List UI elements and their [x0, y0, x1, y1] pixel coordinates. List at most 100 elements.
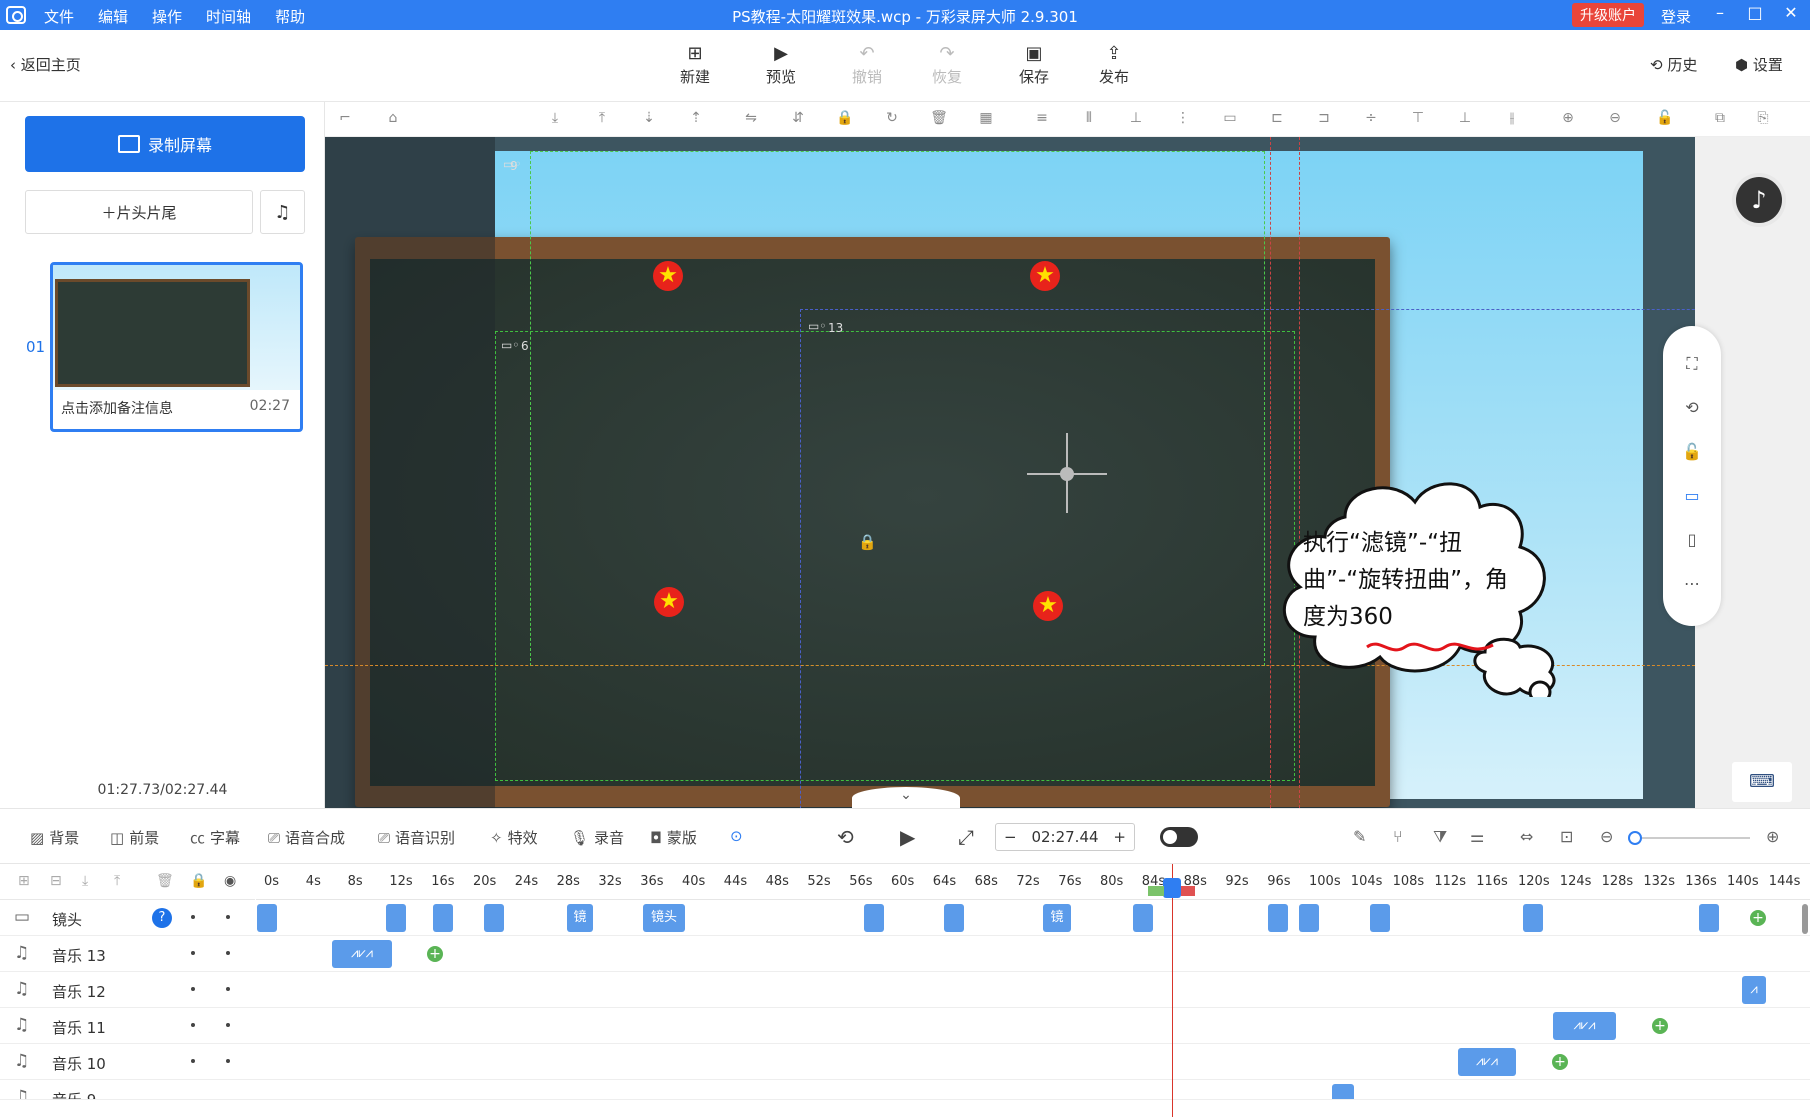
camera-clip[interactable]: 镜: [1043, 904, 1071, 932]
center-icon[interactable]: ⫲: [1502, 110, 1522, 128]
range-start-marker[interactable]: [1148, 886, 1164, 896]
fit-width-icon[interactable]: ⇔: [1520, 827, 1533, 846]
zoom-out-icon[interactable]: ⊖: [1600, 827, 1613, 846]
distribute-v-icon[interactable]: ⋮: [1173, 110, 1193, 128]
help-icon[interactable]: ?: [152, 908, 172, 928]
record-audio-tool[interactable]: 🎙 录音: [570, 827, 624, 848]
camera-clip[interactable]: [1268, 904, 1288, 932]
eye-icon[interactable]: ◉: [224, 873, 236, 889]
copy-icon[interactable]: ⧉: [1710, 110, 1730, 128]
visibility-toggle[interactable]: [226, 987, 230, 991]
unlock-icon[interactable]: 🔓: [1682, 442, 1702, 462]
slide-note[interactable]: 点击添加备注信息: [61, 398, 173, 418]
more-icon[interactable]: ⋯: [1682, 574, 1702, 594]
publish-button[interactable]: ⇪ 发布: [1084, 42, 1144, 87]
camera-clip[interactable]: [433, 904, 453, 932]
landscape-icon[interactable]: ▭: [1682, 486, 1702, 506]
add-keyframe-icon[interactable]: +: [1552, 1054, 1568, 1070]
minimize-button[interactable]: –: [1706, 3, 1734, 22]
decrease-button[interactable]: −: [1004, 828, 1017, 846]
portrait-icon[interactable]: ▯: [1682, 530, 1702, 550]
move-up-icon[interactable]: ⤒: [114, 873, 120, 889]
visibility-toggle[interactable]: [226, 1023, 230, 1027]
lock-toggle[interactable]: [191, 915, 195, 919]
duration-value[interactable]: 02:27.44: [1031, 828, 1098, 846]
group-icon[interactable]: ▦: [976, 110, 996, 128]
lock-icon[interactable]: 🔒: [190, 873, 207, 889]
cloud-caption[interactable]: 执行“滤镜”-“扭曲”-“旋转扭曲”，角度为360: [1303, 525, 1513, 636]
music-button[interactable]: ♫: [260, 190, 305, 234]
camera-clip[interactable]: [1133, 904, 1153, 932]
speech-recognition-tool[interactable]: ⎚ 语音识别: [378, 827, 455, 848]
distribute-h-icon[interactable]: ⦀: [1079, 110, 1099, 128]
origin-icon[interactable]: ⌐: [335, 110, 355, 128]
paste-icon[interactable]: ⎘: [1753, 110, 1773, 128]
background-tool[interactable]: ▨ 背景: [30, 827, 79, 848]
time-ruler[interactable]: 0s 4s 8s 12s 16s 20s 24s 28s 32s 36s 40s 44s 48s 52s 5…: [256, 864, 1810, 900]
move-up-icon[interactable]: ⇡: [686, 110, 706, 128]
lock-toggle[interactable]: [191, 1023, 195, 1027]
undo-button[interactable]: ↶ 撤销: [837, 42, 897, 87]
more-tools-button[interactable]: ⊙: [730, 827, 743, 845]
intro-outro-button[interactable]: ＋ 片头片尾: [25, 190, 253, 234]
camera-clip[interactable]: 镜: [567, 904, 593, 932]
flip-v-icon[interactable]: ⇵: [788, 110, 808, 128]
move-bottom-icon[interactable]: ⤓: [545, 110, 565, 128]
visibility-toggle[interactable]: [226, 1059, 230, 1063]
new-button[interactable]: ⊞ 新建: [665, 42, 725, 87]
playhead-handle[interactable]: [1163, 878, 1181, 898]
visibility-toggle[interactable]: [226, 951, 230, 955]
range-end-marker[interactable]: [1181, 886, 1195, 896]
back-home-link[interactable]: ‹ 返回主页: [10, 54, 81, 75]
duration-stepper[interactable]: − 02:27.44 +: [995, 823, 1135, 851]
visibility-toggle[interactable]: [226, 915, 230, 919]
rewind-button[interactable]: ⟲: [837, 825, 854, 849]
play-button[interactable]: ▶: [900, 825, 915, 849]
subtitle-tool[interactable]: ㏄字幕: [190, 827, 240, 848]
camera-clip[interactable]: [484, 904, 504, 932]
zoom-out-icon[interactable]: ⊖: [1605, 110, 1625, 128]
zoom-slider[interactable]: [1635, 837, 1750, 839]
align-center-h-icon[interactable]: ≡: [1032, 110, 1052, 128]
add-track-icon[interactable]: ⊟: [50, 873, 62, 889]
timeline-scrollbar[interactable]: [1802, 904, 1808, 934]
camera-clip[interactable]: [386, 904, 406, 932]
zoom-in-icon[interactable]: ⊕: [1766, 827, 1779, 846]
collapse-canvas-chevron[interactable]: ⌄: [852, 787, 960, 809]
preview-button[interactable]: ▶ 预览: [751, 42, 811, 87]
audio-clip[interactable]: [1332, 1084, 1354, 1099]
redo-button[interactable]: ↷ 恢复: [917, 42, 977, 87]
home-icon[interactable]: ⌂: [383, 110, 403, 128]
delete-icon[interactable]: 🗑: [929, 110, 949, 128]
same-size-icon[interactable]: ▭: [1220, 110, 1240, 128]
foreground-tool[interactable]: ◫ 前景: [110, 827, 159, 848]
settings-button[interactable]: ⬢ 设置: [1735, 54, 1783, 75]
mask-tool[interactable]: ◘ 蒙版: [650, 827, 697, 848]
add-folder-icon[interactable]: ⊞: [18, 873, 30, 889]
lock-toggle[interactable]: [191, 1059, 195, 1063]
camera-clip[interactable]: 镜头: [643, 904, 685, 932]
rotate-device-icon[interactable]: ⟲: [1682, 398, 1702, 418]
zoom-slider-handle[interactable]: [1628, 831, 1642, 845]
increase-button[interactable]: +: [1113, 828, 1126, 846]
align-top-icon[interactable]: ⊤: [1408, 110, 1428, 128]
menu-file[interactable]: 文件: [44, 6, 74, 27]
editor-canvas[interactable]: ★ ★ ★ ★ ▭◦ 9 ▭◦ 6 ▭◦ 13 🔒 执行“滤镜”-“扭曲”-“旋…: [325, 137, 1695, 808]
align-bottom-icon[interactable]: ⊥: [1126, 110, 1146, 128]
actual-size-icon[interactable]: ⊡: [1560, 827, 1573, 846]
align-left-icon[interactable]: ⊏: [1267, 110, 1287, 128]
delete-icon[interactable]: 🗑: [156, 873, 174, 889]
menu-edit[interactable]: 编辑: [98, 6, 128, 27]
lock-icon[interactable]: 🔒: [835, 110, 855, 128]
flip-h-icon[interactable]: ⇋: [741, 110, 761, 128]
fit-screen-icon[interactable]: ⛶: [1682, 354, 1702, 374]
record-screen-button[interactable]: 录制屏幕: [25, 116, 305, 172]
history-button[interactable]: ⟲ 历史: [1650, 54, 1697, 75]
move-down-icon[interactable]: ⇣: [639, 110, 659, 128]
camera-clip[interactable]: [944, 904, 964, 932]
adjust-icon[interactable]: ⚌: [1470, 827, 1484, 846]
rotate-icon[interactable]: ↻: [882, 110, 902, 128]
playhead[interactable]: [1172, 864, 1173, 1117]
menu-operate[interactable]: 操作: [152, 6, 182, 27]
move-down-icon[interactable]: ⤓: [82, 873, 88, 889]
